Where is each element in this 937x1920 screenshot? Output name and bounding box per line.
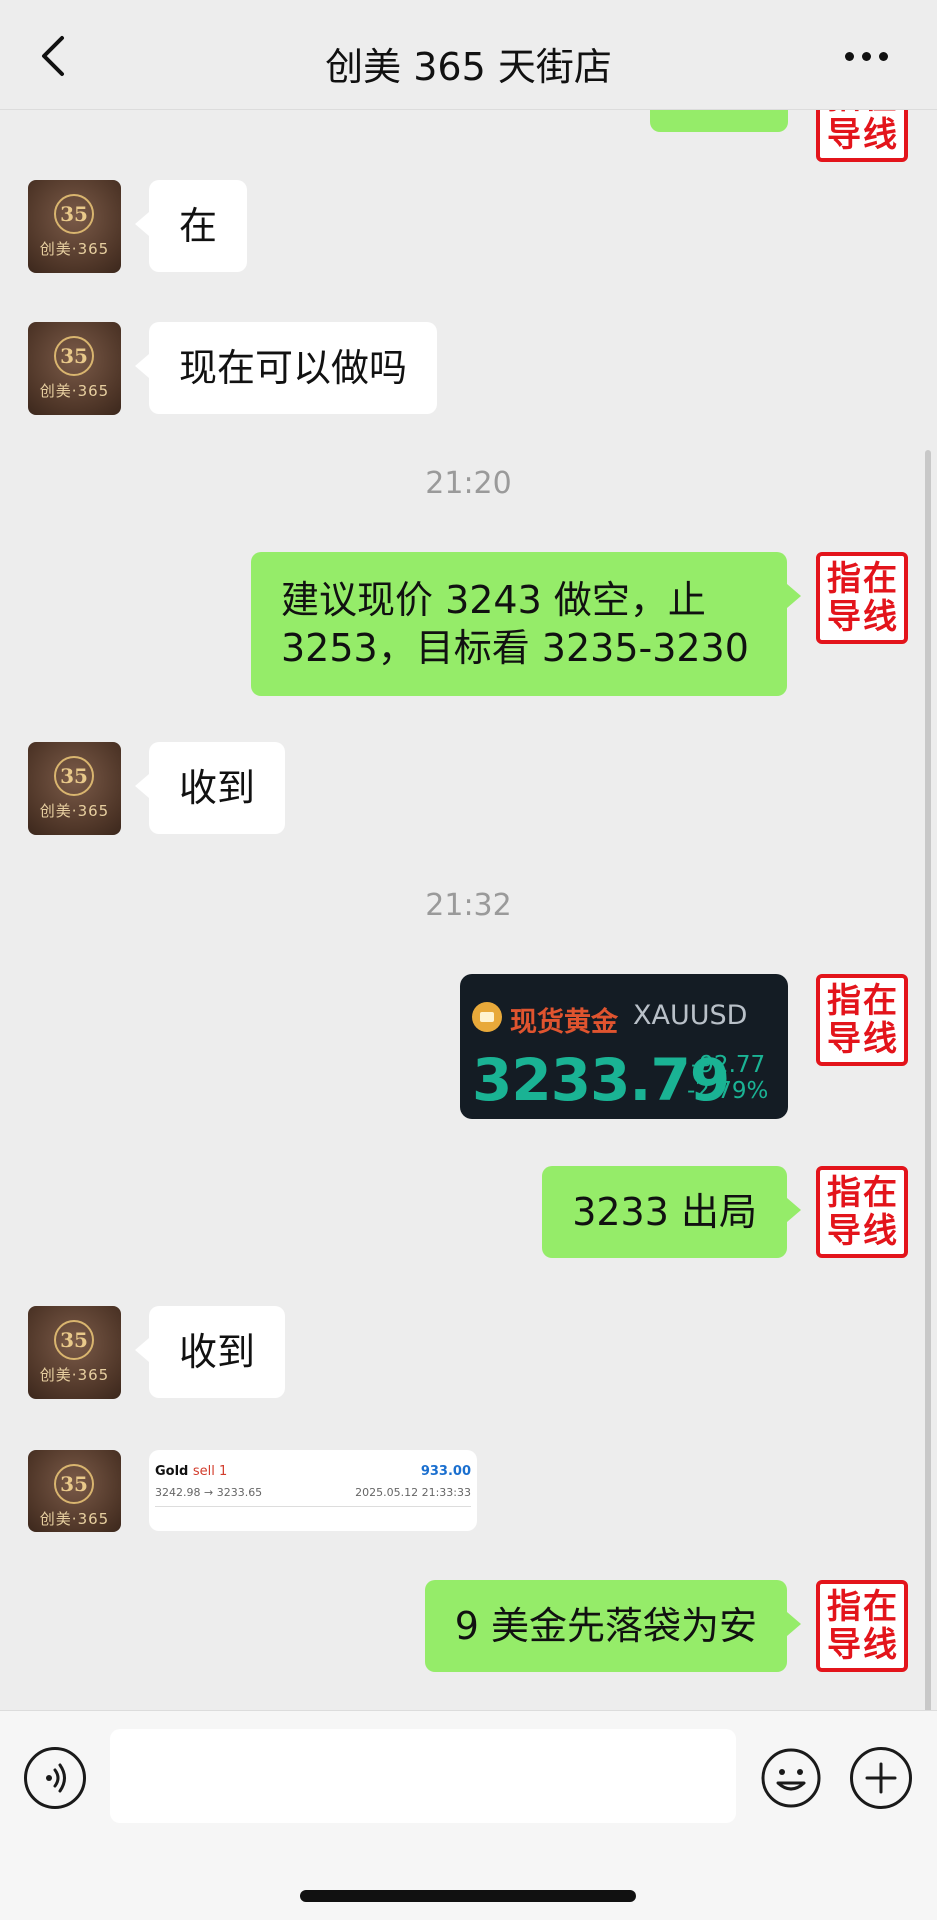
message-bubble-sent[interactable]: 建议现价 3243 做空，止 3253，目标看 3235-3230: [251, 552, 801, 696]
trade-datetime: 2025.05.12 21:33:33: [355, 1486, 471, 1499]
sender-avatar[interactable]: 指在导线: [816, 552, 908, 644]
contact-avatar[interactable]: 35 创美·365: [28, 742, 121, 835]
gold-change-pct: -2.79%: [687, 1078, 769, 1104]
message-bubble-sent[interactable]: 9 美金先落袋为安: [424, 1580, 802, 1672]
sender-avatar[interactable]: 指在导线: [816, 1580, 908, 1672]
voice-input-icon[interactable]: [24, 1747, 86, 1809]
emoji-icon[interactable]: [760, 1747, 822, 1809]
message-input[interactable]: [110, 1729, 736, 1823]
sender-avatar[interactable]: 指在导线: [816, 1166, 908, 1258]
timestamp: 21:32: [425, 888, 512, 923]
message-bubble-received[interactable]: 在: [134, 180, 248, 272]
gold-coin-icon: [472, 1002, 502, 1032]
message-line: 3253，目标看 3235-3230: [281, 626, 749, 670]
gold-name: 现货黄金: [510, 1007, 618, 1038]
timestamp: 21:20: [425, 466, 512, 501]
chat-title: 创美 365 天街店: [325, 45, 612, 89]
trade-symbol: Gold sell 1: [155, 1464, 228, 1479]
contact-avatar[interactable]: 35 创美·365: [28, 1450, 121, 1532]
chat-header: 创美 365 天街店: [0, 0, 937, 110]
trade-prices: 3242.98 → 3233.65: [155, 1486, 263, 1499]
plus-icon[interactable]: [850, 1747, 912, 1809]
trade-result-image[interactable]: Gold sell 1 933.00 3242.98 → 3233.65 202…: [149, 1450, 477, 1531]
sender-avatar[interactable]: 指在导线: [816, 110, 908, 162]
partial-message[interactable]: [650, 110, 788, 132]
chat-area[interactable]: 指在导线 35创美·365 在 35创美·365 现在可以做吗 21:20 建议…: [0, 110, 937, 1710]
contact-avatar[interactable]: 35 创美·365: [28, 322, 121, 415]
divider: [155, 1506, 471, 1507]
contact-avatar[interactable]: 35 创美·365: [28, 1306, 121, 1399]
home-indicator[interactable]: [300, 1890, 636, 1902]
gold-price-image[interactable]: 现货黄金 XAUUSD 3233.79 -92.77 -2.79%: [460, 974, 788, 1119]
more-options-icon[interactable]: [845, 46, 897, 64]
sender-avatar[interactable]: 指在导线: [816, 974, 908, 1066]
trade-profit: 933.00: [420, 1464, 471, 1479]
gold-change: -92.77: [691, 1052, 766, 1078]
message-bubble-received[interactable]: 收到: [134, 1306, 286, 1398]
message-line: 建议现价 3243 做空，止: [281, 578, 706, 622]
message-bubble-sent[interactable]: 3233 出局: [542, 1166, 801, 1258]
message-bubble-received[interactable]: 收到: [134, 742, 286, 834]
input-bar: [0, 1710, 937, 1920]
contact-avatar[interactable]: 35 创美·365: [28, 180, 121, 273]
message-bubble-received[interactable]: 现在可以做吗: [134, 322, 438, 414]
scrollbar[interactable]: [925, 450, 931, 1710]
gold-symbol: XAUUSD: [633, 1000, 748, 1031]
